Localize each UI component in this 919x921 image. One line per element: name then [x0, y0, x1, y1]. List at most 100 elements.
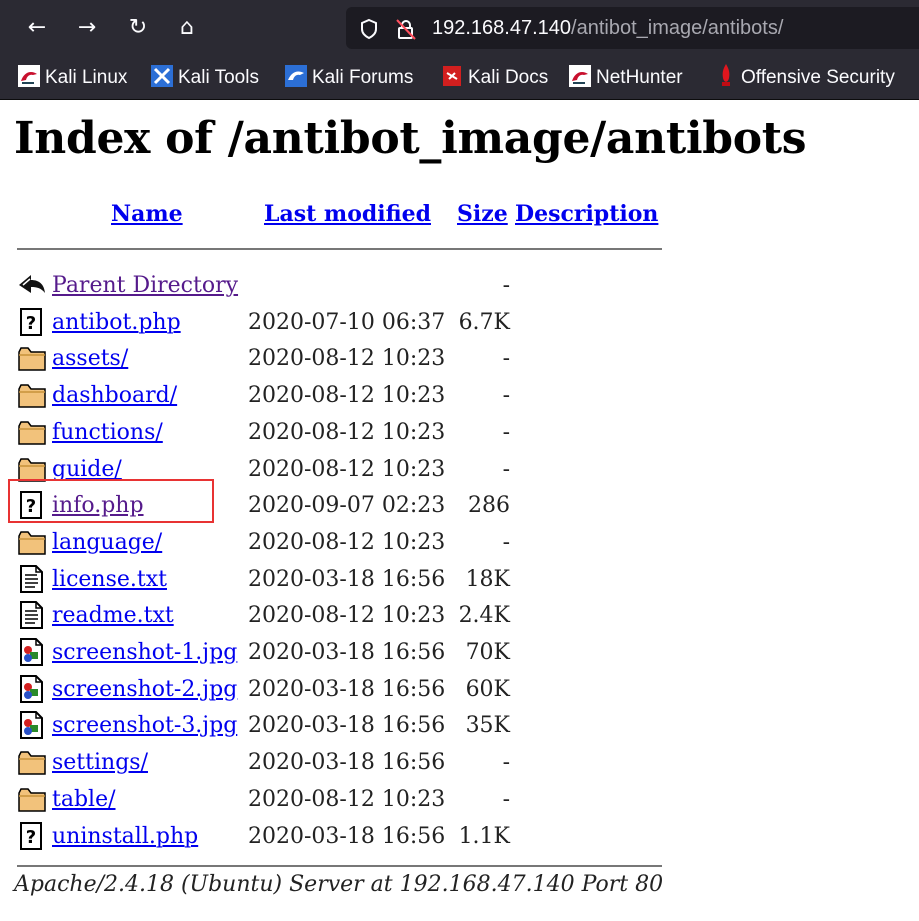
bookmark-label: NetHunter	[596, 67, 683, 88]
url-text[interactable]: 192.168.47.140/antibot_image/antibots/	[432, 7, 783, 49]
folder-icon	[17, 748, 47, 776]
folder-icon	[17, 381, 47, 409]
file-link[interactable]: assets/	[52, 340, 128, 377]
bookmark-offensive-security[interactable]: Offensive Security	[716, 57, 895, 99]
last-modified-cell: 2020-08-12 10:23	[248, 603, 446, 629]
file-link[interactable]: screenshot-3.jpg	[52, 707, 237, 744]
kali-forums-icon	[285, 65, 307, 87]
file-link[interactable]: dashboard/	[52, 377, 177, 414]
table-row: table/2020-08-12 10:23 -	[0, 781, 700, 818]
table-row: license.txt 2020-03-18 16:56 18K	[0, 561, 700, 598]
bookmark-kali-tools[interactable]: Kali Tools	[151, 57, 259, 99]
footer-divider	[17, 865, 662, 867]
bookmark-kali-forums[interactable]: Kali Forums	[285, 57, 413, 99]
size-cell: 6.7K	[458, 309, 510, 335]
image-file-icon	[17, 638, 47, 666]
bookmark-kali-linux[interactable]: Kali Linux	[18, 57, 127, 99]
file-link[interactable]: settings/	[52, 744, 148, 781]
forward-button[interactable]: →	[72, 12, 102, 44]
back-icon	[17, 271, 47, 299]
home-icon: ⌂	[180, 15, 194, 40]
folder-icon	[17, 528, 47, 556]
bookmark-label: Kali Forums	[312, 67, 414, 88]
bookmark-kali-docs[interactable]: Kali Docs	[441, 57, 548, 99]
column-header-size[interactable]: Size	[457, 201, 508, 227]
folder-icon	[17, 344, 47, 372]
url-bar[interactable]: 192.168.47.140/antibot_image/antibots/	[346, 7, 919, 49]
column-header-last-modified[interactable]: Last modified	[264, 201, 431, 227]
back-arrow-icon: ←	[27, 15, 47, 40]
bookmark-label: Offensive Security	[741, 67, 895, 88]
table-row: dashboard/2020-08-12 10:23 -	[0, 377, 700, 414]
kali-dragon-icon	[569, 65, 591, 87]
image-file-icon	[17, 674, 47, 703]
file-link[interactable]: Parent Directory	[52, 267, 238, 304]
back-button[interactable]: ←	[22, 12, 52, 44]
image-file-icon	[17, 711, 47, 740]
file-link[interactable]: readme.txt	[52, 597, 174, 634]
reload-icon: ↻	[128, 15, 148, 40]
table-row: ? uninstall.php 2020-03-18 16:56 1.1K	[0, 818, 700, 855]
kali-docs-icon	[443, 66, 461, 86]
text-file-icon	[17, 601, 47, 630]
size-cell: -	[502, 419, 510, 445]
file-link[interactable]: uninstall.php	[52, 818, 198, 855]
table-row: functions/2020-08-12 10:23 -	[0, 414, 700, 451]
shield-icon	[361, 18, 377, 40]
last-modified-cell: 2020-08-12 10:23	[248, 346, 446, 372]
insecure-lock-icon	[396, 19, 416, 40]
page-content: Index of /antibot_image/antibots Name La…	[0, 100, 919, 921]
last-modified-cell: 2020-07-10 06:37	[248, 309, 446, 335]
size-cell: 286	[468, 493, 510, 519]
table-row: settings/2020-03-18 16:56 -	[0, 744, 700, 781]
highlight-box	[8, 479, 214, 523]
size-cell: 2.4K	[458, 603, 510, 629]
bookmark-nethunter[interactable]: NetHunter	[569, 57, 683, 99]
size-cell: -	[502, 456, 510, 482]
size-cell: 35K	[465, 713, 510, 739]
file-link[interactable]: table/	[52, 781, 116, 818]
file-link[interactable]: screenshot-2.jpg	[52, 671, 237, 708]
column-header-description[interactable]: Description	[515, 201, 658, 227]
table-row: Parent Directory -	[0, 267, 700, 304]
size-cell: -	[502, 786, 510, 812]
url-host: 192.168.47.140	[432, 17, 572, 39]
reload-button[interactable]: ↻	[123, 12, 153, 44]
last-modified-cell: 2020-03-18 16:56	[248, 823, 446, 849]
unknown-file-icon: ?	[17, 821, 47, 850]
file-link[interactable]: screenshot-1.jpg	[52, 634, 237, 671]
last-modified-cell: 2020-08-12 10:23	[248, 456, 446, 482]
table-row: screenshot-1.jpg 2020-03-18 16:56 70K	[0, 634, 700, 671]
last-modified-cell: 2020-09-07 02:23	[248, 493, 446, 519]
column-header-name[interactable]: Name	[111, 201, 183, 227]
last-modified-cell: 2020-03-18 16:56	[248, 640, 446, 665]
table-row: screenshot-2.jpg 2020-03-18 16:56 60K	[0, 671, 700, 708]
size-cell: 1.1K	[458, 823, 510, 849]
bookmark-label: Kali Linux	[45, 67, 128, 88]
file-link[interactable]: functions/	[52, 414, 163, 451]
file-link[interactable]: language/	[52, 524, 162, 561]
table-row: assets/2020-08-12 10:23 -	[0, 340, 700, 377]
bookmarks-toolbar: Kali Linux Kali Tools Kali Forums Kali D…	[0, 57, 919, 100]
server-signature: Apache/2.4.18 (Ubuntu) Server at 192.168…	[14, 872, 664, 897]
home-button[interactable]: ⌂	[172, 12, 202, 44]
last-modified-cell: 2020-03-18 16:56	[248, 713, 446, 739]
last-modified-cell: 2020-08-12 10:23	[248, 419, 446, 445]
unknown-file-icon: ?	[17, 307, 47, 336]
table-row: screenshot-3.jpg 2020-03-18 16:56 35K	[0, 707, 700, 744]
kali-dragon-icon	[18, 65, 40, 87]
file-link[interactable]: license.txt	[52, 561, 167, 598]
size-cell: 18K	[465, 566, 510, 592]
table-row: language/2020-08-12 10:23 -	[0, 524, 700, 561]
table-row: ? antibot.php 2020-07-10 06:37 6.7K	[0, 304, 700, 341]
file-link[interactable]: antibot.php	[52, 304, 181, 341]
bookmark-label: Kali Tools	[178, 67, 259, 88]
folder-icon	[17, 418, 47, 446]
size-cell: 60K	[465, 676, 510, 702]
last-modified-cell: 2020-08-12 10:23	[248, 529, 446, 555]
kali-tools-icon	[151, 65, 173, 87]
bookmark-label: Kali Docs	[468, 67, 549, 88]
last-modified-cell: 2020-03-18 16:56	[248, 750, 446, 776]
size-cell: -	[502, 383, 510, 409]
last-modified-cell: 2020-03-18 16:56	[248, 676, 446, 702]
